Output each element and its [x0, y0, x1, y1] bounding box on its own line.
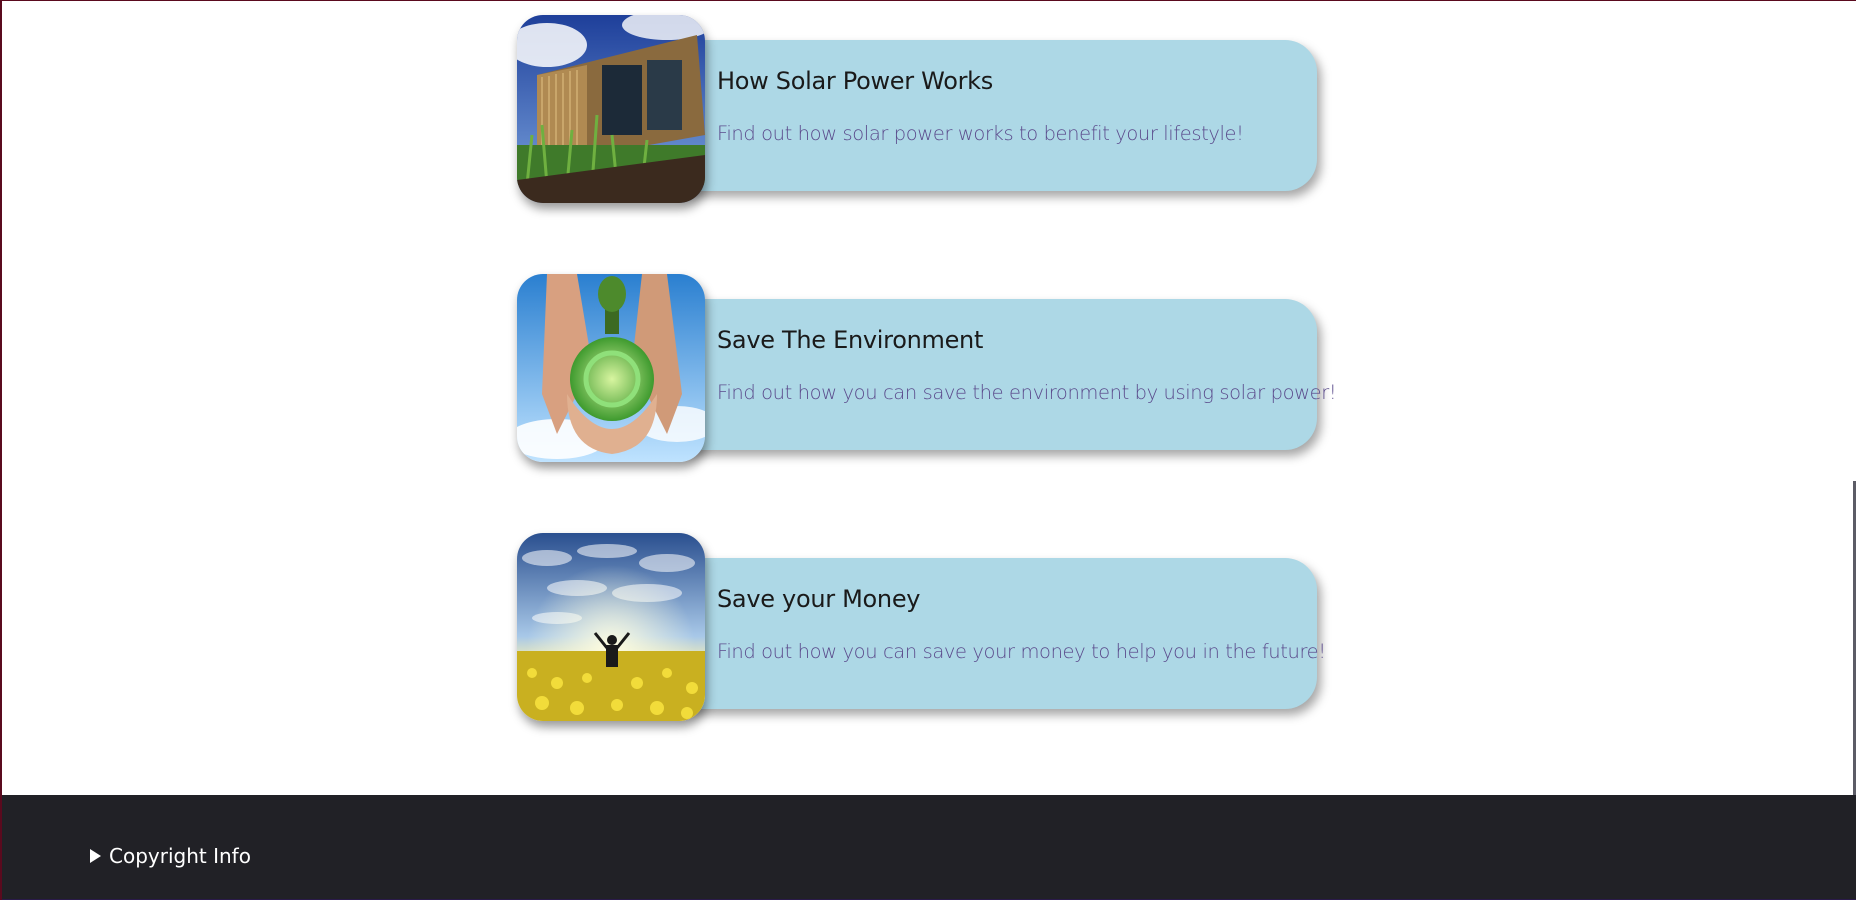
- footer: Copyright Info: [2, 795, 1856, 900]
- card-description: Find out how you can save the environmen…: [717, 381, 1337, 404]
- card-body: [677, 299, 1317, 450]
- card-title[interactable]: How Solar Power Works: [717, 67, 993, 95]
- solar-house-image-graphic: [517, 15, 705, 203]
- solar-house-image: [517, 15, 705, 203]
- copyright-label[interactable]: Copyright Info: [109, 844, 251, 868]
- page: How Solar Power Works Find out how solar…: [0, 0, 1856, 900]
- card-body: [677, 558, 1317, 709]
- field-sunrise-image: [517, 533, 705, 721]
- hands-globe-image-graphic: [517, 274, 705, 462]
- card-description: Find out how solar power works to benefi…: [717, 122, 1244, 145]
- card-title[interactable]: Save The Environment: [717, 326, 983, 354]
- copyright-toggle[interactable]: Copyright Info: [90, 844, 251, 868]
- card-body: [677, 40, 1317, 191]
- triangle-right-icon[interactable]: [90, 849, 101, 863]
- card-solar-power[interactable]: How Solar Power Works Find out how solar…: [517, 15, 1317, 203]
- card-description: Find out how you can save your money to …: [717, 640, 1326, 663]
- card-title[interactable]: Save your Money: [717, 585, 921, 613]
- card-environment[interactable]: Save The Environment Find out how you ca…: [517, 274, 1337, 462]
- field-sunrise-image-graphic: [517, 533, 705, 721]
- card-money[interactable]: Save your Money Find out how you can sav…: [517, 533, 1326, 721]
- hands-globe-image: [517, 274, 705, 462]
